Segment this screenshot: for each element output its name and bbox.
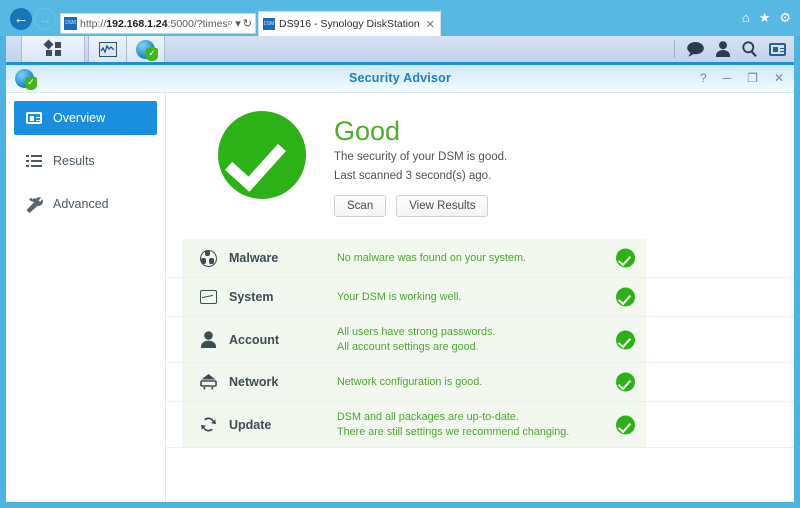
help-button[interactable]: ? bbox=[700, 71, 707, 85]
taskbar-tray bbox=[674, 40, 786, 58]
refresh-icon bbox=[191, 416, 225, 433]
globe-icon: ✓ bbox=[136, 39, 158, 61]
maximize-button[interactable]: ❐ bbox=[747, 71, 758, 85]
address-favicon: DSM bbox=[64, 17, 77, 30]
favorites-icon[interactable]: ★ bbox=[759, 11, 771, 25]
tab-title: DS916 - Synology DiskStation bbox=[279, 18, 420, 30]
wrench-icon bbox=[24, 196, 44, 213]
last-scanned-text: Last scanned 3 second(s) ago. bbox=[334, 170, 492, 182]
row-message: All account settings are good. bbox=[337, 340, 479, 353]
status-description: The security of your DSM is good. bbox=[334, 151, 508, 163]
user-options-icon[interactable] bbox=[716, 41, 730, 57]
tab-favicon: DSM bbox=[263, 18, 275, 30]
url-host: 192.168.1.24 bbox=[106, 17, 168, 30]
shield-check-icon: ✓ bbox=[146, 47, 158, 61]
status-badge bbox=[616, 248, 635, 268]
browser-tab[interactable]: DSM DS916 - Synology DiskStation ✕ bbox=[258, 11, 441, 36]
url-text: http://192.168.1.24:5000/?timestamp=1476… bbox=[80, 18, 227, 30]
table-row[interactable]: Update DSM and all packages are up-to-da… bbox=[166, 402, 794, 448]
status-badge bbox=[616, 330, 635, 349]
widgets-icon[interactable] bbox=[769, 42, 786, 56]
settings-icon[interactable]: ⚙ bbox=[779, 11, 791, 25]
tab-close-icon[interactable]: ✕ bbox=[426, 18, 435, 31]
window-controls: ? ─ ❐ ✕ bbox=[700, 71, 784, 85]
minimize-button[interactable]: ─ bbox=[723, 71, 732, 85]
row-category: Malware bbox=[229, 251, 279, 265]
home-icon[interactable]: ⌂ bbox=[742, 11, 750, 25]
row-message: DSM and all packages are up-to-date. bbox=[337, 411, 519, 423]
main-menu-button[interactable] bbox=[22, 36, 84, 62]
grid-icon bbox=[43, 39, 63, 58]
search-icon[interactable]: ⌕ bbox=[227, 17, 233, 30]
sidebar-item-label: Overview bbox=[53, 111, 106, 125]
forward-button[interactable]: → bbox=[34, 8, 56, 30]
row-message: All users have strong passwords. bbox=[337, 326, 496, 338]
window-title-bar[interactable]: ✓ Security Advisor ? ─ ❐ ✕ bbox=[6, 65, 794, 93]
monitor-icon bbox=[191, 290, 225, 304]
security-summary: Good The security of your DSM is good. L… bbox=[166, 93, 794, 217]
browser-toolbar: ← → DSM http://192.168.1.24:5000/?timest… bbox=[0, 0, 800, 36]
table-row[interactable]: Malware No malware was found on your sys… bbox=[166, 239, 794, 278]
row-message: Network configuration is good. bbox=[337, 375, 483, 388]
status-headline: Good bbox=[334, 116, 401, 146]
taskbar-app-security-advisor[interactable]: ✓ bbox=[127, 36, 164, 62]
chevron-down-icon[interactable]: ▾ bbox=[235, 17, 241, 30]
refresh-icon[interactable]: ↻ bbox=[243, 17, 252, 30]
security-advisor-window: ✓ Security Advisor ? ─ ❐ ✕ Overview Resu… bbox=[6, 65, 794, 502]
list-icon bbox=[24, 155, 44, 167]
row-message: There are still settings we recommend ch… bbox=[337, 425, 570, 438]
person-icon bbox=[191, 331, 225, 348]
dsm-taskbar: ✓ bbox=[6, 36, 794, 65]
sidebar-item-results[interactable]: Results bbox=[14, 144, 157, 178]
window-body: Overview Results Advanced Good The secur… bbox=[6, 93, 794, 502]
overview-icon bbox=[24, 112, 44, 124]
view-results-button[interactable]: View Results bbox=[396, 195, 489, 217]
notifications-icon[interactable] bbox=[687, 41, 704, 57]
router-icon bbox=[191, 374, 225, 390]
sidebar-item-overview[interactable]: Overview bbox=[14, 101, 157, 135]
biohazard-icon bbox=[191, 249, 225, 267]
url-suffix: :5000/?timestamp=147699 bbox=[167, 17, 228, 30]
browser-window: ← → DSM http://192.168.1.24:5000/?timest… bbox=[0, 0, 800, 508]
address-bar[interactable]: DSM http://192.168.1.24:5000/?timestamp=… bbox=[60, 13, 256, 34]
main-content: Good The security of your DSM is good. L… bbox=[166, 93, 794, 502]
row-message: Your DSM is working well. bbox=[337, 290, 462, 303]
tray-divider bbox=[674, 40, 675, 58]
sidebar-item-label: Results bbox=[53, 154, 95, 168]
row-message: No malware was found on your system. bbox=[337, 251, 527, 264]
row-category: Account bbox=[229, 332, 279, 347]
sidebar-item-label: Advanced bbox=[53, 197, 109, 211]
browser-command-bar: ⌂ ★ ⚙ bbox=[742, 11, 791, 25]
back-button[interactable]: ← bbox=[10, 8, 32, 30]
row-category: Update bbox=[229, 417, 272, 432]
dsm-desktop: ✓ ✓ Security Advisor ? ─ ❐ ✕ Overview Re… bbox=[6, 36, 794, 502]
status-badge bbox=[616, 372, 635, 392]
status-badge bbox=[616, 415, 635, 434]
table-row[interactable]: Account All users have strong passwords.… bbox=[166, 317, 794, 363]
scan-button[interactable]: Scan bbox=[334, 195, 387, 217]
status-badge bbox=[616, 287, 635, 307]
sidebar: Overview Results Advanced bbox=[6, 93, 166, 502]
tab-strip: DSM DS916 - Synology DiskStation ✕ bbox=[258, 11, 441, 36]
url-prefix: http:// bbox=[80, 17, 107, 30]
search-icon[interactable] bbox=[742, 41, 757, 57]
taskbar-app-resource-monitor[interactable] bbox=[89, 36, 126, 62]
table-row[interactable]: System Your DSM is working well. bbox=[166, 278, 794, 317]
results-list: Malware No malware was found on your sys… bbox=[166, 239, 794, 448]
table-row[interactable]: Network Network configuration is good. bbox=[166, 363, 794, 402]
sidebar-item-advanced[interactable]: Advanced bbox=[14, 187, 157, 221]
row-category: System bbox=[229, 290, 274, 304]
status-check-icon bbox=[218, 111, 306, 199]
chart-icon bbox=[98, 41, 117, 57]
page-title: Security Advisor bbox=[348, 71, 452, 85]
row-category: Network bbox=[229, 375, 279, 389]
close-button[interactable]: ✕ bbox=[774, 71, 784, 85]
